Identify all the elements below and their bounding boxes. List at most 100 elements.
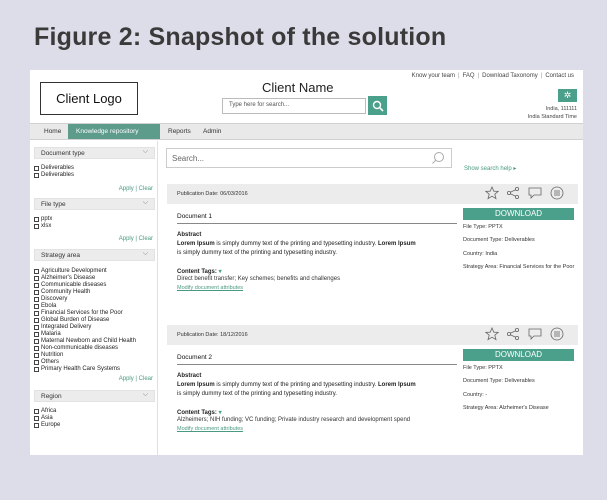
option-label: Community Health (41, 289, 91, 295)
checkbox[interactable] (34, 223, 39, 229)
checkbox[interactable] (34, 268, 39, 274)
chevron-down-icon: ⌵ (142, 250, 148, 257)
option-strategy[interactable]: Alzheimer's Disease (34, 275, 95, 281)
option-strategy[interactable]: Nutrition (34, 352, 63, 358)
option-strategy[interactable]: Global Burden of Disease (34, 317, 109, 323)
chevron-down-icon: ⌵ (142, 148, 148, 155)
option-strategy[interactable]: Non-communicable diseases (34, 345, 118, 351)
checkbox[interactable] (34, 359, 39, 365)
filter-strategy-area[interactable]: Strategy area ⌵ (34, 249, 155, 261)
option-label: Non-communicable diseases (41, 345, 119, 351)
star-icon[interactable] (485, 186, 499, 200)
checkbox[interactable] (34, 296, 39, 302)
filter-region[interactable]: Region ⌵ (34, 390, 155, 402)
chevron-down-icon: ⌵ (142, 391, 148, 398)
content-search-input[interactable]: Search... (166, 148, 452, 168)
option-asia[interactable]: Asia (34, 415, 53, 421)
checkbox[interactable] (34, 422, 39, 428)
link-download-taxonomy[interactable]: Download Taxonomy (479, 73, 541, 79)
option-strategy[interactable]: Community Health (34, 289, 90, 295)
checkbox[interactable] (34, 282, 39, 288)
document-title[interactable]: Document 1 (177, 213, 212, 220)
apply-clear-link[interactable]: Apply | Clear (119, 186, 153, 192)
apply-clear-link[interactable]: Apply | Clear (119, 376, 153, 382)
option-deliverables[interactable]: Deliverables (34, 172, 74, 178)
checkbox[interactable] (34, 303, 39, 309)
checkbox[interactable] (34, 275, 39, 281)
download-button[interactable]: DOWNLOAD (463, 349, 574, 361)
option-strategy[interactable]: Financial Services for the Poor (34, 310, 123, 316)
global-search-input[interactable]: Type here for search... (222, 98, 366, 114)
checkbox[interactable] (34, 408, 39, 414)
document-title[interactable]: Document 2 (177, 354, 212, 361)
option-strategy[interactable]: Discovery (34, 296, 67, 302)
abstract-text: Lorem Ipsum is simply dummy text of the … (177, 241, 416, 256)
option-strategy[interactable]: Integrated Delivery (34, 324, 91, 330)
figure-title: Figure 2: Snapshot of the solution (34, 23, 447, 51)
strategy-area: Strategy Area: Financial Services for th… (463, 264, 575, 270)
card-actions (485, 327, 564, 341)
option-label: Integrated Delivery (41, 324, 92, 330)
content-tags-label[interactable]: Content Tags: ▾ (177, 268, 222, 275)
menu-icon[interactable] (550, 186, 564, 200)
share-icon[interactable] (506, 327, 520, 341)
checkbox[interactable] (34, 338, 39, 344)
option-label: xlsx (41, 223, 52, 229)
option-label: Asia (41, 415, 53, 421)
option-xlsx[interactable]: xlsx (34, 223, 51, 229)
checkbox[interactable] (34, 324, 39, 330)
link-know-your-team[interactable]: Know your team (409, 73, 458, 79)
checkbox[interactable] (34, 317, 39, 323)
option-label: Primary Health Care Systems (41, 366, 121, 372)
checkbox[interactable] (34, 366, 39, 372)
tab-reports[interactable]: Reports (160, 124, 199, 139)
publication-date: Publication Date: 06/03/2016 (177, 191, 248, 197)
checkbox[interactable] (34, 310, 39, 316)
link-contact-us[interactable]: Contact us (542, 73, 577, 79)
option-strategy[interactable]: Others (34, 359, 59, 365)
tab-home[interactable]: Home (36, 124, 69, 139)
checkbox[interactable] (34, 352, 39, 358)
search-placeholder: Search... (172, 154, 205, 163)
settings-button[interactable]: ✲ (558, 89, 577, 102)
filter-document-type[interactable]: Document type ⌵ (34, 147, 155, 159)
checkbox[interactable] (34, 415, 39, 421)
checkbox[interactable] (34, 165, 39, 171)
option-strategy[interactable]: Ebola (34, 303, 56, 309)
tab-knowledge-repository[interactable]: Knowledge repository (68, 124, 160, 139)
global-search-button[interactable] (368, 96, 387, 115)
tab-admin[interactable]: Admin (195, 124, 229, 139)
filter-title: File type (41, 201, 66, 208)
modify-attributes-link[interactable]: Modify document attributes (177, 426, 243, 432)
filter-title: Region (41, 393, 62, 400)
option-strategy[interactable]: Malaria (34, 331, 61, 337)
checkbox[interactable] (34, 331, 39, 337)
option-africa[interactable]: Africa (34, 408, 56, 414)
show-search-help-link[interactable]: Show search help ▸ (464, 165, 516, 172)
option-pptx[interactable]: pptx (34, 216, 52, 222)
content-tags-label[interactable]: Content Tags: ▾ (177, 409, 222, 416)
modify-attributes-link[interactable]: Modify document attributes (177, 285, 243, 291)
filter-file-type[interactable]: File type ⌵ (34, 198, 155, 210)
option-europe[interactable]: Europe (34, 422, 60, 428)
comment-icon[interactable] (527, 186, 543, 200)
checkbox[interactable] (34, 345, 39, 351)
link-faq[interactable]: FAQ (460, 73, 478, 79)
menu-icon[interactable] (550, 327, 564, 341)
star-icon[interactable] (485, 327, 499, 341)
share-icon[interactable] (506, 186, 520, 200)
option-deliverables[interactable]: Deliverables (34, 165, 74, 171)
checkbox[interactable] (34, 172, 39, 178)
option-strategy[interactable]: Primary Health Care Systems (34, 366, 120, 372)
checkbox[interactable] (34, 216, 39, 222)
option-strategy[interactable]: Agriculture Development (34, 268, 107, 274)
comment-icon[interactable] (527, 327, 543, 341)
client-logo[interactable]: Client Logo (40, 82, 138, 115)
option-strategy[interactable]: Communicable diseases (34, 282, 106, 288)
abstract-label: Abstract (177, 232, 202, 238)
search-icon (372, 100, 384, 112)
apply-clear-link[interactable]: Apply | Clear (119, 236, 153, 242)
option-strategy[interactable]: Maternal Newborn and Child Health (34, 338, 136, 344)
checkbox[interactable] (34, 289, 39, 295)
download-button[interactable]: DOWNLOAD (463, 208, 574, 220)
